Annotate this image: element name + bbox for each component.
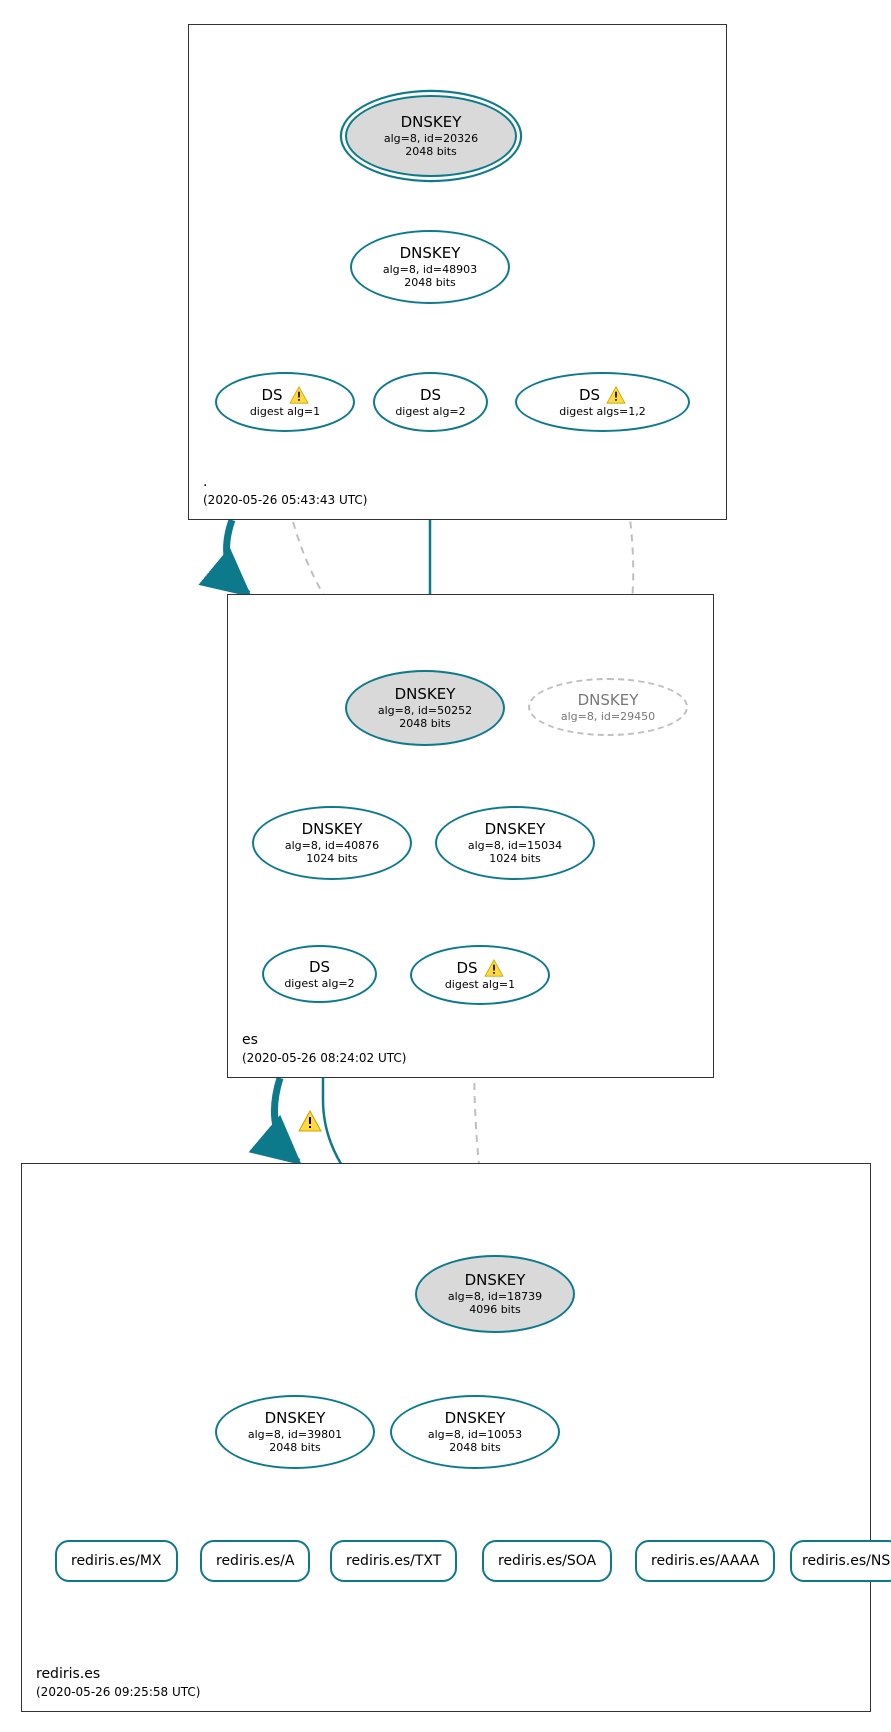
ds-root-algs12: DS digest algs=1,2 [515,372,690,432]
dnskey-root-zsk: DNSKEY alg=8, id=48903 2048 bits [350,230,510,304]
zone-rediris-time: (2020-05-26 09:25:58 UTC) [36,1684,200,1701]
zone-root-name: . [203,473,367,493]
warning-icon [484,959,504,977]
dnskey-es-zsk1: DNSKEY alg=8, id=40876 1024 bits [252,806,412,880]
rr-ns: rediris.es/NS [790,1540,891,1582]
rr-soa: rediris.es/SOA [482,1540,612,1582]
ds-es-alg2: DS digest alg=2 [262,945,377,1003]
diagram-stage: . (2020-05-26 05:43:43 UTC) es (2020-05-… [0,0,891,1732]
zone-es-label: es (2020-05-26 08:24:02 UTC) [242,1031,406,1067]
rr-a: rediris.es/A [200,1540,310,1582]
dnskey-root-ksk: DNSKEY alg=8, id=20326 2048 bits [345,95,517,177]
warning-icon [606,386,626,404]
ds-root-alg1: DS digest alg=1 [215,372,355,432]
dnskey-es-ksk: DNSKEY alg=8, id=50252 2048 bits [345,670,505,746]
zone-rediris-name: rediris.es [36,1665,200,1685]
dnskey-es-ghost: DNSKEY alg=8, id=29450 [528,678,688,736]
ds-root-alg2: DS digest alg=2 [373,372,488,432]
ds-es-alg1: DS digest alg=1 [410,945,550,1005]
zone-root-label: . (2020-05-26 05:43:43 UTC) [203,473,367,509]
dnskey-es-zsk2: DNSKEY alg=8, id=15034 1024 bits [435,806,595,880]
warning-icon [289,386,309,404]
zone-es-time: (2020-05-26 08:24:02 UTC) [242,1050,406,1067]
dnskey-rediris-ksk: DNSKEY alg=8, id=18739 4096 bits [415,1255,575,1333]
dnskey-rediris-zsk1: DNSKEY alg=8, id=39801 2048 bits [215,1395,375,1469]
zone-es-name: es [242,1031,406,1051]
dnskey-rediris-zsk2: DNSKEY alg=8, id=10053 2048 bits [390,1395,560,1469]
rr-mx: rediris.es/MX [55,1540,178,1582]
warning-icon [298,1110,322,1132]
rr-txt: rediris.es/TXT [330,1540,457,1582]
zone-rediris-label: rediris.es (2020-05-26 09:25:58 UTC) [36,1665,200,1701]
rr-aaaa: rediris.es/AAAA [635,1540,775,1582]
zone-root-time: (2020-05-26 05:43:43 UTC) [203,492,367,509]
